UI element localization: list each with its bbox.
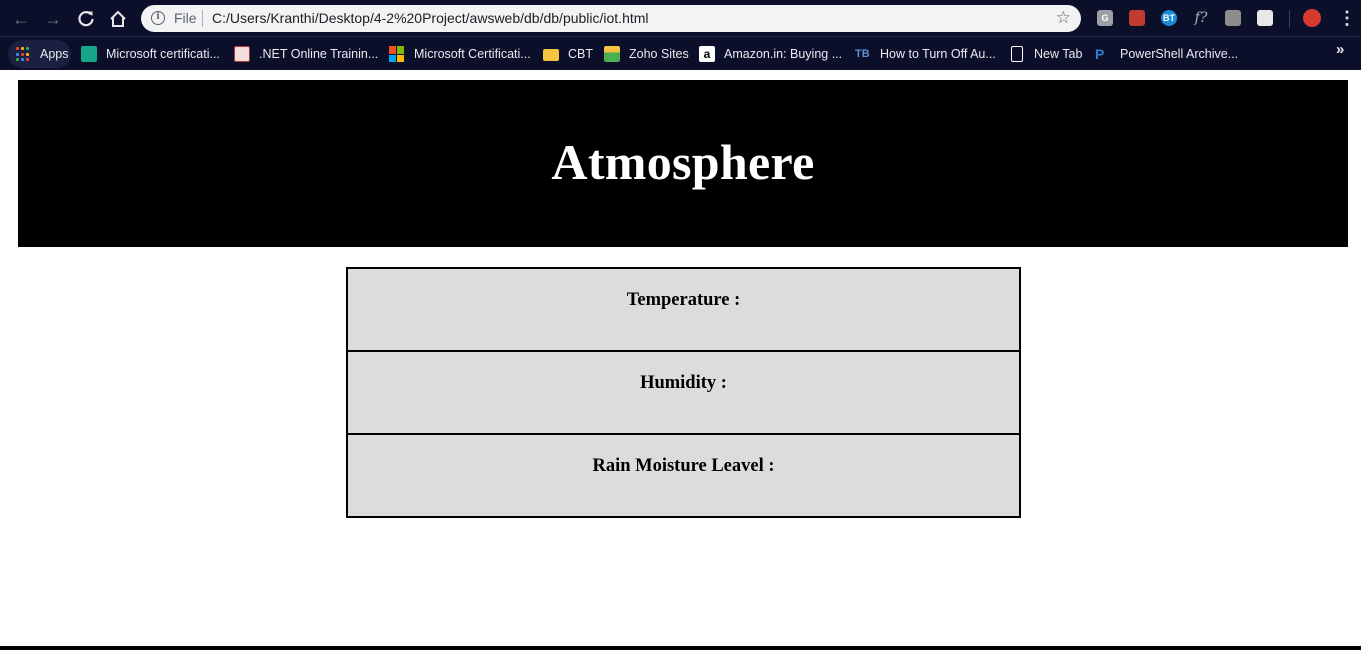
- address-divider: [202, 10, 203, 27]
- address-url[interactable]: C:/Users/Kranthi/Desktop/4-2%20Project/a…: [212, 10, 649, 26]
- amazon-icon: a: [699, 46, 715, 62]
- teal-square-icon: [81, 46, 97, 62]
- reload-icon[interactable]: [75, 8, 97, 30]
- extension-white-icon[interactable]: [1257, 10, 1273, 26]
- extension-formula-icon[interactable]: f?: [1193, 10, 1209, 26]
- apps-grid-icon: [15, 46, 31, 62]
- extension-g-icon[interactable]: G: [1097, 10, 1113, 26]
- back-arrow-icon[interactable]: ←: [10, 8, 32, 30]
- bookmark-item[interactable]: New Tab: [1009, 43, 1082, 65]
- bookmark-label: CBT: [568, 47, 593, 61]
- browser-toolbar: ← → i File C:/Users/Kranthi/Desktop/4-2%…: [0, 0, 1361, 36]
- address-bar[interactable]: i File C:/Users/Kranthi/Desktop/4-2%20Pr…: [141, 5, 1081, 32]
- bookmark-item[interactable]: CBT: [543, 43, 593, 65]
- bookmark-label: Apps: [40, 47, 69, 61]
- zoho-icon: [604, 46, 620, 62]
- rain-moisture-label: Rain Moisture Leavel :: [592, 456, 775, 476]
- folder-icon: [543, 49, 559, 61]
- bookmark-label: How to Turn Off Au...: [880, 47, 996, 61]
- bookmark-item[interactable]: Microsoft Certificati...: [389, 43, 531, 65]
- bookmark-item[interactable]: a Amazon.in: Buying ...: [699, 43, 842, 65]
- reading-row-temperature: Temperature :: [348, 269, 1019, 352]
- window-bottom-edge: [0, 646, 1361, 650]
- bookmarks-overflow-icon[interactable]: »: [1336, 41, 1344, 58]
- bookmark-label: .NET Online Trainin...: [259, 47, 379, 61]
- reading-row-humidity: Humidity :: [348, 352, 1019, 435]
- bookmark-label: Amazon.in: Buying ...: [724, 47, 843, 61]
- toolbar-divider: [1289, 10, 1290, 28]
- profile-avatar-icon[interactable]: [1303, 9, 1321, 27]
- microsoft-logo-icon: [389, 46, 405, 62]
- extension-bt-icon[interactable]: BT: [1161, 10, 1177, 26]
- address-scheme-label: File: [174, 10, 197, 26]
- bookmark-item[interactable]: P PowerShell Archive...: [1095, 43, 1238, 65]
- bookmark-label: New Tab: [1034, 47, 1083, 61]
- bookmark-item[interactable]: Microsoft certificati...: [81, 43, 220, 65]
- bookmark-label: PowerShell Archive...: [1120, 47, 1239, 61]
- net-training-icon: [234, 46, 250, 62]
- page-icon: [1011, 46, 1023, 62]
- readings-panel: Temperature : Humidity : Rain Moisture L…: [346, 267, 1021, 518]
- page-header: Atmosphere: [18, 80, 1348, 247]
- bookmark-item[interactable]: .NET Online Trainin...: [234, 43, 378, 65]
- bookmarks-bar: Apps Microsoft certificati... .NET Onlin…: [0, 36, 1361, 70]
- reading-row-rain-moisture: Rain Moisture Leavel :: [348, 435, 1019, 518]
- powershell-icon: P: [1095, 46, 1105, 62]
- bookmark-item[interactable]: Zoho Sites: [604, 43, 689, 65]
- bookmark-label: Microsoft Certificati...: [414, 47, 531, 61]
- tb-icon: TB: [855, 48, 870, 60]
- bookmark-apps[interactable]: Apps: [15, 43, 69, 65]
- page-title: Atmosphere: [551, 134, 815, 190]
- bookmark-label: Zoho Sites: [629, 47, 689, 61]
- extension-qr-icon[interactable]: [1225, 10, 1241, 26]
- bookmark-label: Microsoft certificati...: [106, 47, 220, 61]
- extension-red-icon[interactable]: [1129, 10, 1145, 26]
- temperature-label: Temperature :: [626, 290, 741, 310]
- bookmark-item[interactable]: TB How to Turn Off Au...: [855, 43, 996, 65]
- home-icon[interactable]: [107, 8, 129, 30]
- humidity-label: Humidity :: [640, 373, 727, 393]
- forward-arrow-icon[interactable]: →: [42, 8, 64, 30]
- bookmark-star-icon[interactable]: ☆: [1056, 8, 1071, 28]
- site-info-icon[interactable]: i: [151, 11, 165, 25]
- browser-menu-icon[interactable]: ⋮: [1338, 8, 1356, 28]
